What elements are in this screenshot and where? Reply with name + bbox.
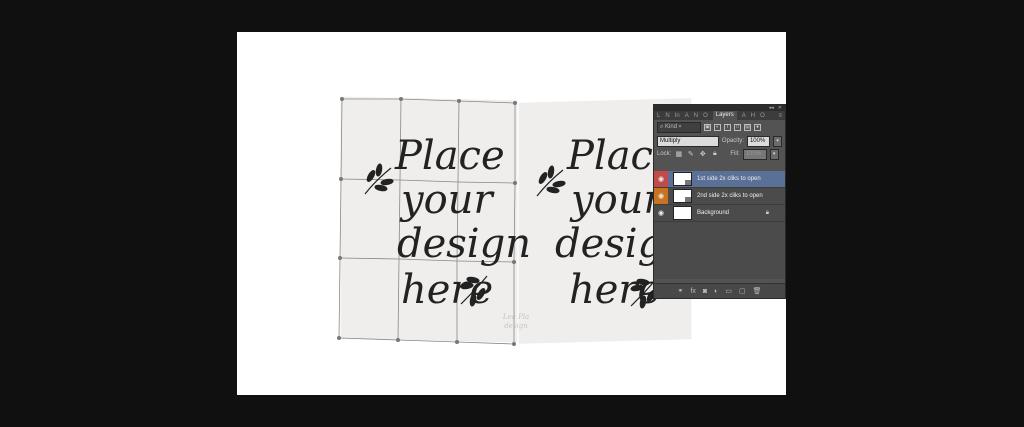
kind-filter-select[interactable]: ⌕ Kind ▾ [657,121,701,133]
lock-label: Lock: [657,151,672,157]
layer-thumbnail [673,172,692,186]
layer-thumbnail [673,189,692,203]
kind-label: Kind [665,123,678,130]
lock-all-icon[interactable]: 🔒︎ [710,150,719,158]
link-icon[interactable]: ⚭ [678,287,684,295]
grid-handle [455,340,459,344]
layer-row-background[interactable]: ◉ Background 🔒︎ [654,205,785,222]
layer-name[interactable]: Background [697,210,729,216]
opacity-dropdown-icon[interactable]: ▾ [773,135,782,147]
layer-name[interactable]: 1st side 2x cliks to open [697,176,761,182]
sprig-icon [536,165,566,197]
grid-handle [399,97,403,101]
tab[interactable]: H [751,113,755,119]
close-icon[interactable]: ✕ [778,105,782,111]
panel-bottom-toolbar: ⚭ fx ◙ ◐ ▭ ▢ 🗑︎ [654,283,785,298]
folder-icon[interactable]: ▭ [725,287,732,295]
opacity-input[interactable]: 100% [746,135,771,147]
panel-tabs: L N In A N O Layers A H O ≡ [654,111,785,120]
type-filter-icon[interactable]: T [724,123,731,131]
filter-toggle-icon[interactable]: ● [754,123,761,131]
lock-row: Lock: ▦ ✎ ✥ 🔒︎ Fill: 100% ▾ [654,148,785,160]
sprig-icon [364,163,394,195]
grid-handle [513,181,517,185]
lock-move-icon[interactable]: ✥ [698,150,707,158]
grid-handle [396,338,400,342]
left-text-design: design [397,221,531,267]
lock-brush-icon[interactable]: ✎ [686,150,695,158]
shape-filter-icon[interactable]: □ [734,123,741,131]
adjustment-filter-icon[interactable]: ◐ [714,123,721,131]
tab[interactable]: N [665,113,669,119]
fill-label: Fill: [730,151,740,157]
layer-name[interactable]: 2nd side 2x cliks to open [697,193,763,199]
grid-handle [457,99,461,103]
tab[interactable]: N [694,113,698,119]
tab[interactable]: In [675,113,680,119]
left-text-your: your [401,177,493,223]
blend-mode-select[interactable]: Multiply [657,135,719,147]
panel-menu-icon[interactable]: ≡ [778,113,782,119]
tab[interactable]: O [760,113,765,119]
mask-icon[interactable]: ◙ [703,288,707,295]
layer-thumbnail [673,206,692,220]
layer-row-1st-side[interactable]: ◉ 1st side 2x cliks to open [654,171,785,188]
lock-icon: 🔒︎ [765,209,769,216]
new-layer-icon[interactable]: ▢ [739,287,746,295]
tab[interactable]: L [657,113,660,119]
visibility-eye-icon[interactable]: ◉ [654,171,668,187]
sprig-icon [460,275,488,307]
tab-layers[interactable]: Layers [712,111,737,120]
left-text-place: Place [395,133,505,179]
opacity-label: Opacity: [721,138,744,144]
adjustment-icon[interactable]: ◐ [714,288,718,295]
lock-transparent-icon[interactable]: ▦ [674,150,683,158]
fill-dropdown-icon[interactable]: ▾ [769,148,779,160]
watermark: Lea Pla design [498,313,534,341]
filter-row: ⌕ Kind ▾ ▣ ◐ T □ ▤ ● [654,120,785,134]
tab[interactable]: A [742,113,746,119]
watermark-line: Lea Pla [502,313,530,321]
visibility-eye-icon[interactable]: ◉ [654,205,668,221]
visibility-eye-icon[interactable]: ◉ [654,188,668,204]
smart-filter-icon[interactable]: ▤ [744,123,751,131]
blend-row: Multiply Opacity: 100% ▾ [654,134,785,148]
grid-handle [340,97,344,101]
pixel-filter-icon[interactable]: ▣ [704,123,711,131]
grid-handle [513,101,517,105]
grid-handle [337,336,341,340]
layers-list: ◉ 1st side 2x cliks to open ◉ 2nd side 2… [654,171,785,279]
watermark-line: design [504,322,528,330]
layers-panel[interactable]: ◂◂ ✕ L N In A N O Layers A H O ≡ ⌕ Kind … [653,104,786,299]
tab[interactable]: A [685,113,689,119]
trash-icon[interactable]: 🗑︎ [753,287,762,295]
fx-icon[interactable]: fx [690,288,695,295]
grid-handle [512,342,516,346]
grid-handle [338,256,342,260]
collapse-icon[interactable]: ◂◂ [769,105,774,111]
right-text-your: your [571,177,663,223]
fill-input[interactable]: 100% [742,148,767,160]
grid-handle [339,177,343,181]
tab[interactable]: O [703,113,708,119]
layer-row-2nd-side[interactable]: ◉ 2nd side 2x cliks to open [654,188,785,205]
